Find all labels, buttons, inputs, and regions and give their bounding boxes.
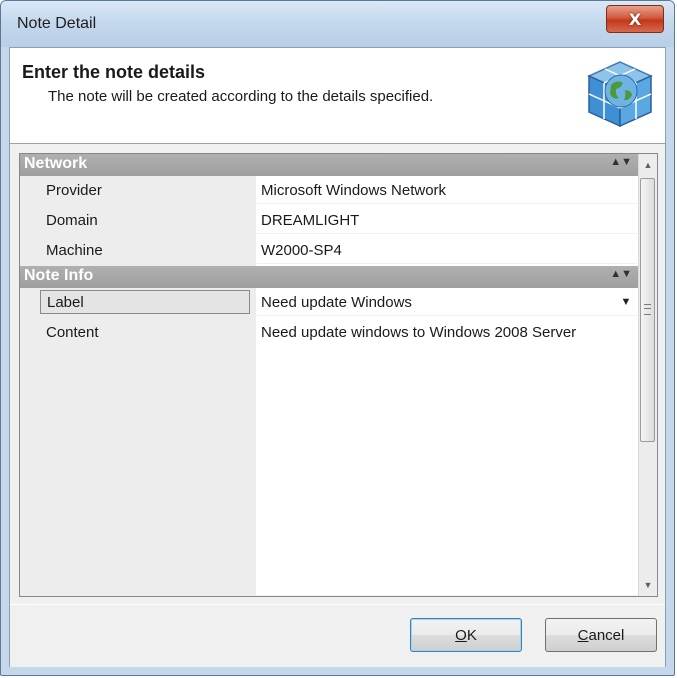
label-dropdown[interactable]: Need update Windows ▼ [257, 289, 637, 316]
property-row-content[interactable]: Content Need update windows to Windows 2… [20, 318, 638, 596]
property-value[interactable]: DREAMLIGHT [257, 207, 637, 234]
category-note-info[interactable]: Note Info ▲▼ [20, 266, 638, 288]
property-value-text: DREAMLIGHT [261, 212, 360, 229]
dialog-client-area: Enter the note details The note will be … [9, 47, 666, 667]
category-label: Network [24, 155, 88, 172]
button-bar: OK Cancel [10, 604, 665, 667]
cancel-button[interactable]: Cancel [545, 618, 657, 652]
scroll-down-arrow-icon[interactable]: ▼ [639, 576, 657, 594]
content-textarea[interactable]: Need update windows to Windows 2008 Serv… [257, 319, 637, 596]
property-name: Content [46, 324, 99, 341]
ok-button[interactable]: OK [410, 618, 522, 652]
property-value-text: Microsoft Windows Network [261, 182, 447, 199]
cube-globe-icon [587, 61, 653, 128]
cancel-label: ancel [588, 626, 625, 644]
scroll-up-arrow-icon[interactable]: ▲ [639, 156, 657, 174]
vertical-scrollbar[interactable]: ▲ ▼ [638, 154, 657, 596]
ok-label: K [466, 626, 477, 644]
chevron-down-icon[interactable]: ▼ [617, 292, 635, 312]
close-button[interactable]: X [606, 5, 664, 33]
cancel-mnemonic: C [577, 626, 589, 644]
header-title: Enter the note details [22, 62, 206, 82]
property-name: Label [47, 294, 84, 311]
property-value[interactable]: W2000-SP4 [257, 237, 637, 264]
category-network[interactable]: Network ▲▼ [20, 154, 638, 176]
selected-property-name[interactable]: Label [40, 290, 250, 314]
property-row-label[interactable]: Label Need update Windows ▼ [20, 288, 638, 318]
wizard-header: Enter the note details The note will be … [10, 48, 665, 144]
category-label: Note Info [24, 267, 94, 284]
property-value-text: Need update Windows [261, 294, 412, 311]
property-name: Machine [46, 242, 103, 259]
ok-mnemonic: O [455, 626, 467, 644]
property-value-text: W2000-SP4 [261, 242, 342, 259]
property-value[interactable]: Microsoft Windows Network [257, 177, 637, 204]
close-icon: X [628, 9, 642, 29]
property-grid[interactable]: Network ▲▼ Provider Microsoft Windows Ne… [19, 153, 658, 597]
window-title: Note Detail [17, 15, 97, 32]
header-subtitle: The note will be created according to th… [48, 88, 434, 105]
property-name: Provider [46, 182, 102, 199]
property-row-domain[interactable]: Domain DREAMLIGHT [20, 206, 638, 236]
property-row-provider[interactable]: Provider Microsoft Windows Network [20, 176, 638, 206]
property-value-text: Need update windows to Windows 2008 Serv… [261, 324, 577, 341]
property-name: Domain [46, 212, 98, 229]
collapse-icon[interactable]: ▲▼ [610, 268, 632, 280]
title-bar[interactable]: Note Detail X [1, 1, 674, 47]
property-row-machine[interactable]: Machine W2000-SP4 [20, 236, 638, 266]
grip-icon [644, 304, 651, 315]
scrollbar-thumb[interactable] [640, 178, 655, 442]
note-detail-dialog: Note Detail X Enter the note details The… [0, 0, 675, 676]
collapse-icon[interactable]: ▲▼ [610, 156, 632, 168]
